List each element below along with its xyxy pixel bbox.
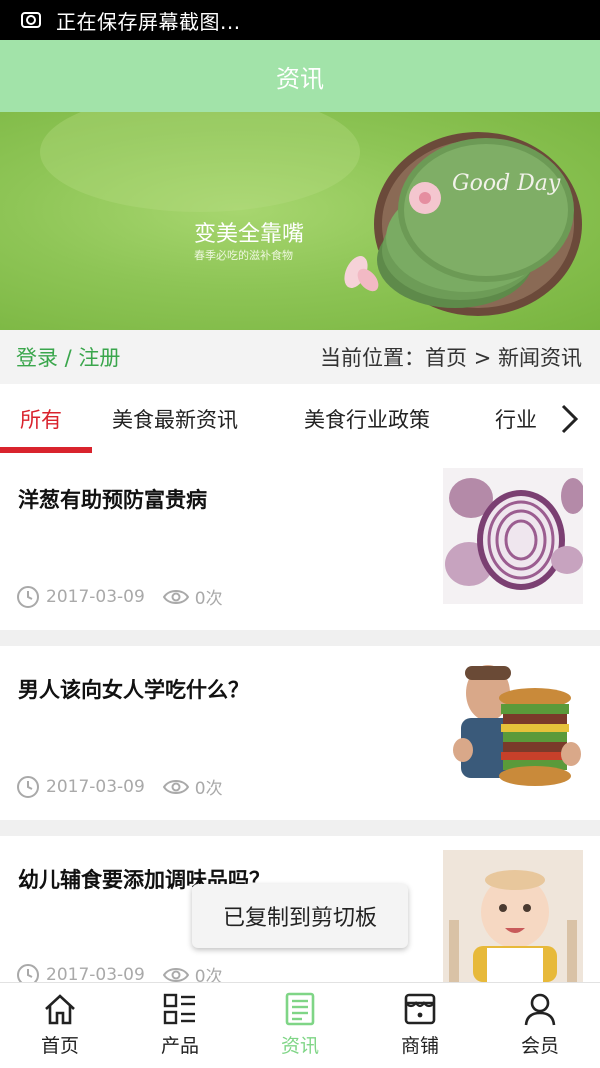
bottom-nav: 首页 产品 资讯 商铺 会员 <box>0 982 600 1068</box>
article-date: 2017-03-09 <box>46 586 145 607</box>
article-thumbnail <box>443 468 583 604</box>
nav-news-label: 资讯 <box>280 1035 319 1057</box>
nav-products-label: 产品 <box>160 1035 199 1057</box>
eye-icon <box>162 589 189 604</box>
nav-shop[interactable]: 商铺 <box>360 983 480 1068</box>
user-icon <box>524 993 556 1026</box>
status-bar: 正在保存屏幕截图... <box>0 0 600 40</box>
clock-icon <box>17 585 39 608</box>
clock-icon <box>17 963 39 982</box>
location-bar: 登录 / 注册 当前位置：首页 > 新闻资讯 <box>0 330 600 384</box>
login-register-link[interactable]: 登录 / 注册 <box>16 342 120 372</box>
nav-home-label: 首页 <box>40 1035 79 1057</box>
tab-food-news[interactable]: 美食最新资讯 <box>112 384 238 454</box>
grid-list-icon <box>163 993 195 1025</box>
article-meta: 2017-03-09 0次 <box>16 962 223 982</box>
clock-icon <box>17 775 39 798</box>
article-date: 2017-03-09 <box>46 776 145 797</box>
copied-toast: 已复制到剪切板 <box>192 884 408 948</box>
article-date: 2017-03-09 <box>46 964 145 983</box>
category-tabs: 所有 美食最新资讯 美食行业政策 行业 <box>0 384 600 455</box>
banner-headline: 变美全靠嘴 <box>194 222 305 247</box>
man-burger-image <box>453 665 581 786</box>
banner-subline: 春季必吃的滋补食物 <box>194 249 293 262</box>
screenshot-icon <box>20 9 42 31</box>
tabs-scroll-right-button[interactable] <box>538 384 600 454</box>
news-icon <box>285 992 315 1026</box>
article-views: 0次 <box>194 779 223 799</box>
home-icon <box>45 994 75 1025</box>
eye-icon <box>162 967 189 982</box>
list-separator <box>0 820 600 836</box>
article-meta: 2017-03-09 0次 <box>16 774 223 799</box>
promo-banner[interactable]: Good Day 变美全靠嘴 春季必吃的滋补食物 <box>0 112 600 330</box>
active-tab-indicator <box>0 447 92 453</box>
nav-home[interactable]: 首页 <box>0 983 120 1068</box>
tab-industry[interactable]: 行业 <box>495 384 537 454</box>
baby-image <box>443 850 583 982</box>
nav-news[interactable]: 资讯 <box>240 983 360 1068</box>
tab-all[interactable]: 所有 <box>20 384 62 454</box>
nav-shop-label: 商铺 <box>400 1035 439 1057</box>
plate-text: Good Day <box>452 171 561 196</box>
article-views: 0次 <box>194 589 223 609</box>
article-meta: 2017-03-09 0次 <box>16 584 223 609</box>
shop-icon <box>404 993 436 1025</box>
breadcrumb: 当前位置：首页 > 新闻资讯 <box>320 346 582 370</box>
page-title: 资讯 <box>276 64 324 93</box>
article-thumbnail <box>443 658 583 796</box>
onion-image <box>445 478 583 590</box>
nav-member[interactable]: 会员 <box>480 983 600 1068</box>
article-views: 0次 <box>194 967 223 982</box>
chevron-right-icon <box>561 404 579 434</box>
page-header: 资讯 <box>0 40 600 112</box>
eye-icon <box>162 779 189 794</box>
status-text: 正在保存屏幕截图... <box>56 9 241 34</box>
article-item[interactable]: 洋葱有助预防富贵病 2017-03-09 0次 <box>0 454 600 630</box>
tab-industry-policy[interactable]: 美食行业政策 <box>304 384 430 454</box>
article-title: 男人该向女人学吃什么？ <box>18 678 249 702</box>
nav-products[interactable]: 产品 <box>120 983 240 1068</box>
article-item[interactable]: 男人该向女人学吃什么？ 2017-03-09 0次 <box>0 646 600 820</box>
nav-member-label: 会员 <box>520 1035 559 1057</box>
article-thumbnail <box>443 850 583 982</box>
article-title: 洋葱有助预防富贵病 <box>18 488 207 512</box>
list-separator <box>0 630 600 646</box>
